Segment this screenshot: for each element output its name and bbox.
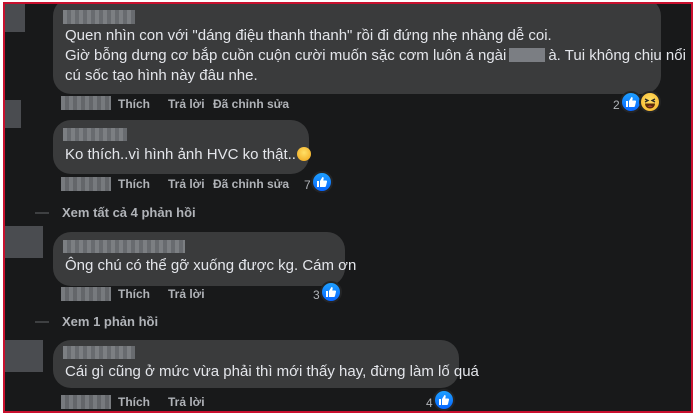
reaction-count[interactable]: 4 <box>426 396 433 410</box>
like-reaction-icon <box>320 281 342 303</box>
reaction-count[interactable]: 2 <box>613 98 620 112</box>
view-replies-link[interactable]: Xem 1 phản hồi <box>62 314 158 329</box>
comment-text-line: Giờ bỗng dưng cơ bắp cuồn cuộn cười muốn… <box>65 47 686 64</box>
reaction-count[interactable]: 3 <box>313 288 320 302</box>
like-button[interactable]: Thích <box>118 177 150 191</box>
view-replies-link[interactable]: Xem tất cả 4 phản hồi <box>62 205 196 220</box>
reply-button[interactable]: Trả lời <box>168 395 205 409</box>
comment-text: Cái gì cũng ở mức vừa phải thì mới thấy … <box>65 363 479 380</box>
author-name-redacted[interactable] <box>63 128 127 141</box>
comment-thread-frame: Quen nhìn con với "dáng điệu thanh thanh… <box>3 2 693 413</box>
edited-label: Đã chỉnh sửa <box>213 177 290 191</box>
reply-thread-line <box>35 212 49 214</box>
comment-text-line: Quen nhìn con với "dáng điệu thanh thanh… <box>65 27 552 44</box>
reply-button[interactable]: Trả lời <box>168 97 205 111</box>
author-name-redacted[interactable] <box>63 240 185 253</box>
like-button[interactable]: Thích <box>118 395 150 409</box>
timestamp-redacted <box>61 395 111 409</box>
avatar[interactable] <box>5 226 43 258</box>
reply-button[interactable]: Trả lời <box>168 177 205 191</box>
like-reaction-icon <box>311 171 333 193</box>
timestamp-redacted <box>61 96 111 110</box>
avatar[interactable] <box>5 4 25 32</box>
comment-text: Ông chú có thể gỡ xuống được kg. Cám ơn <box>65 257 357 274</box>
reply-thread-line <box>35 321 49 323</box>
sad-face-emoji <box>296 147 311 161</box>
reply-button[interactable]: Trả lời <box>168 287 205 301</box>
redacted-name <box>509 48 546 62</box>
like-button[interactable]: Thích <box>118 287 150 301</box>
comment-text: Ko thích..vì hình ảnh HVC ko thật.. <box>65 145 311 165</box>
avatar[interactable] <box>5 100 21 128</box>
author-name-redacted[interactable] <box>63 346 135 359</box>
avatar[interactable] <box>5 340 43 372</box>
haha-reaction-icon <box>639 91 661 113</box>
author-name-redacted[interactable] <box>63 10 135 24</box>
comment-text-line: cú sốc tạo hình này đâu nhe. <box>65 67 258 84</box>
timestamp-redacted <box>61 287 111 301</box>
edited-label: Đã chỉnh sửa <box>213 97 290 111</box>
like-reaction-icon <box>433 389 455 411</box>
reaction-count[interactable]: 7 <box>304 178 311 192</box>
like-button[interactable]: Thích <box>118 97 150 111</box>
timestamp-redacted <box>61 177 111 191</box>
